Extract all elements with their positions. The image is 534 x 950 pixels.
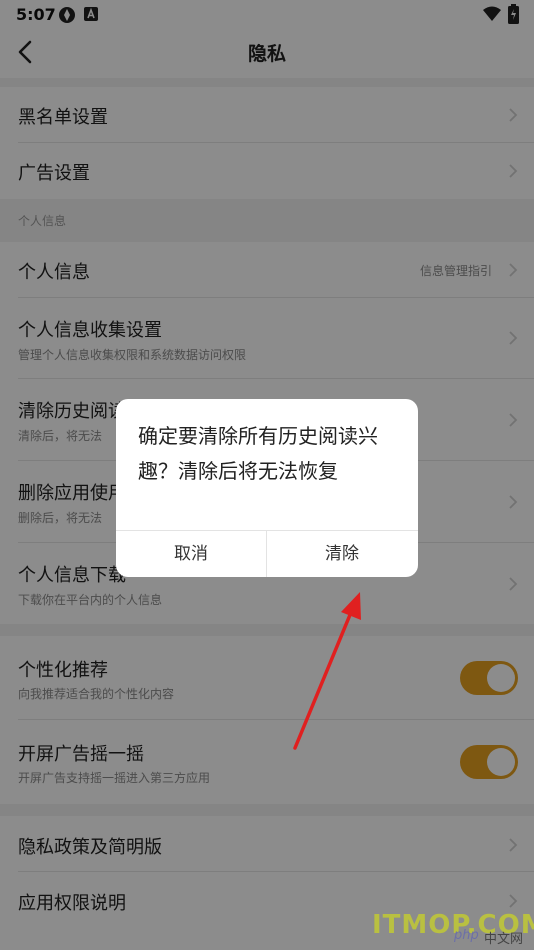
watermark-cn: 中文网 xyxy=(484,932,524,947)
watermark-php: php xyxy=(454,928,479,943)
annotation-arrow-icon xyxy=(293,592,361,750)
